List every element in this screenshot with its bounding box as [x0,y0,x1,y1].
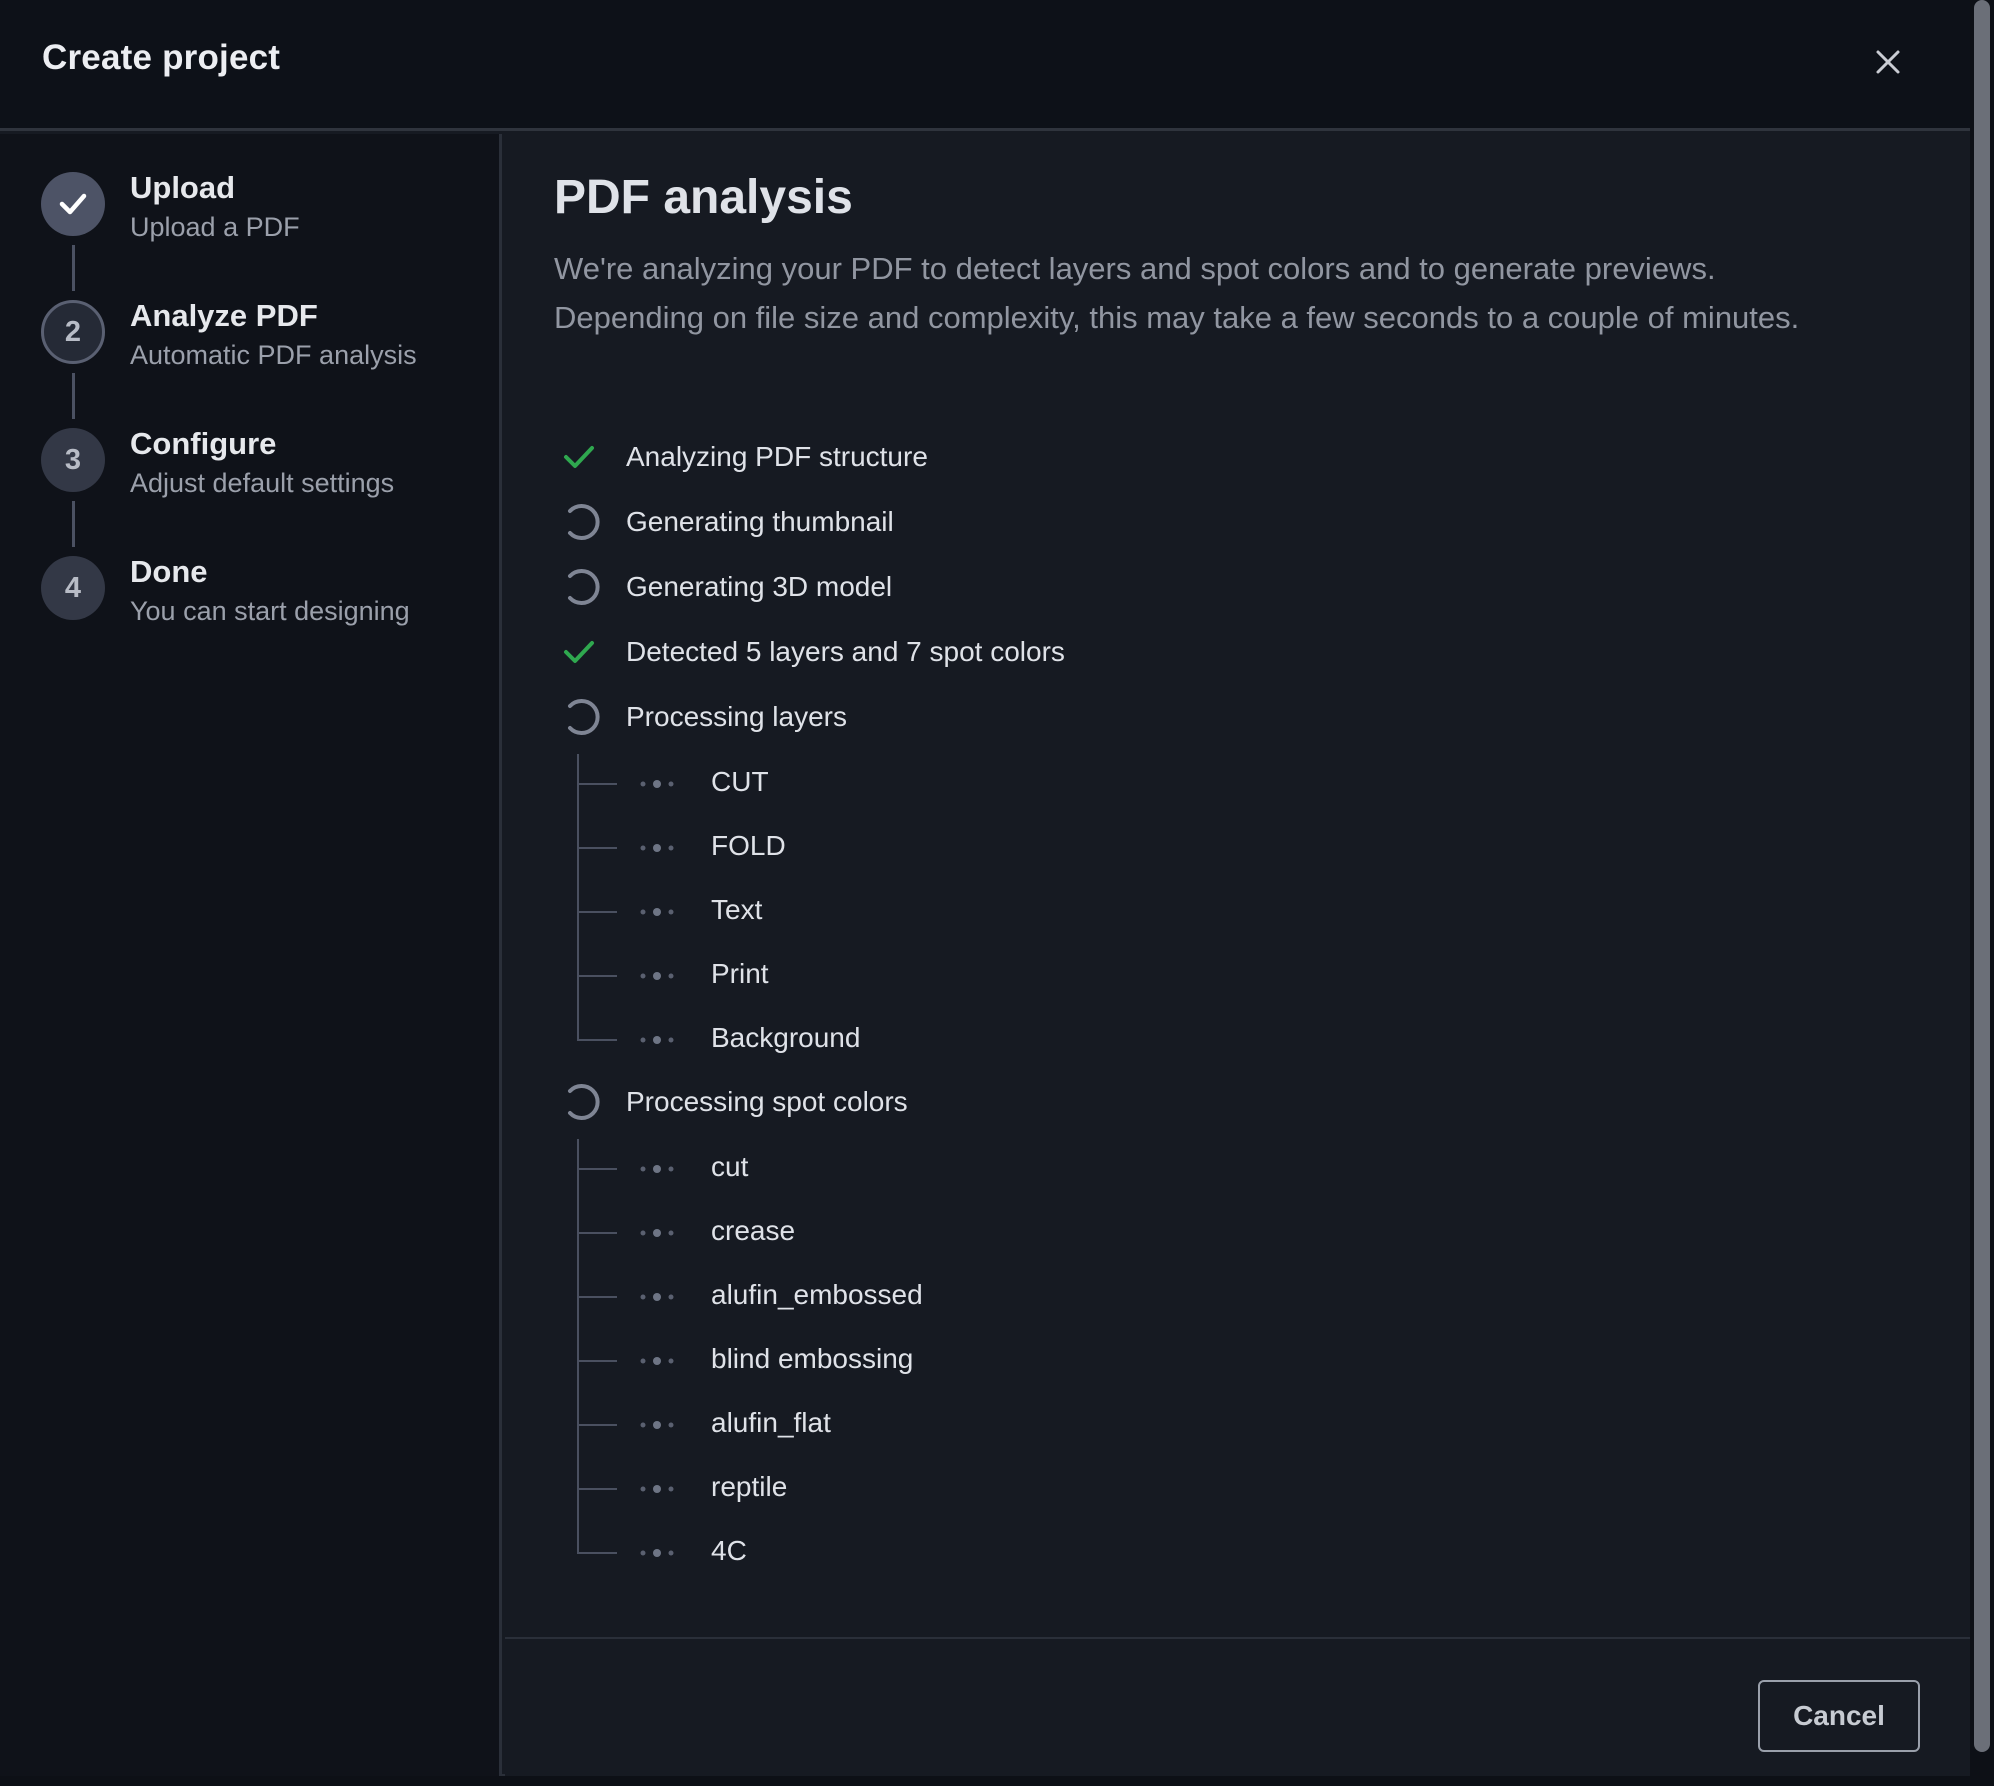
pending-dots-icon [640,1036,674,1044]
step-title: Done [130,554,208,589]
pending-dots-icon [640,1293,674,1301]
pending-dots-icon [640,844,674,852]
pending-dots-icon [640,1357,674,1365]
tree-branch [577,911,617,913]
tree-branch [577,975,617,977]
task-label: Detected 5 layers and 7 spot colors [626,636,1065,667]
tree-branch [577,1360,617,1362]
list-item: crease [577,1211,1477,1255]
step-title: Configure [130,426,277,461]
spot-color-name: 4C [711,1535,747,1566]
close-button[interactable] [1868,42,1908,82]
pending-dots-icon [640,972,674,980]
spinner-icon [568,569,600,605]
task-item: Processing layers [554,692,1754,742]
step-upload-check-icon [41,172,105,236]
tree-branch [577,1039,617,1041]
tree-branch [577,1552,617,1554]
pending-dots-icon [640,1165,674,1173]
pending-dots-icon [640,908,674,916]
list-item: reptile [577,1467,1477,1511]
task-item: Processing spot colors [554,1077,1754,1127]
list-item: alufin_embossed [577,1275,1477,1319]
cancel-button[interactable]: Cancel [1758,1680,1920,1752]
list-item: Print [577,954,1477,998]
close-icon [1876,50,1900,74]
list-item: 4C [577,1531,1477,1575]
step-subtitle: Automatic PDF analysis [130,340,417,370]
spot-color-name: crease [711,1215,796,1246]
list-item: CUT [577,762,1477,806]
step-number: 2 [41,300,105,364]
step-title: Analyze PDF [130,298,318,333]
dialog-footer: Cancel [505,1637,1970,1776]
tree-branch [577,1232,617,1234]
tree-branch [577,1296,617,1298]
list-item: blind embossing [577,1339,1477,1383]
pending-dots-icon [640,1229,674,1237]
check-icon [564,641,594,663]
task-label: Generating 3D model [626,571,893,602]
pending-dots-icon [640,1549,674,1557]
pending-dots-icon [640,1485,674,1493]
list-item: cut [577,1147,1477,1191]
layer-name: Print [711,958,769,989]
create-project-dialog: Create project Upload Upload a PDF 2 Ana… [0,0,1970,1776]
step-done[interactable]: 4 Done You can start designing [0,518,500,628]
task-label: Processing layers [626,701,847,732]
step-subtitle: You can start designing [130,596,410,626]
step-number: 4 [41,556,105,620]
pending-dots-icon [640,780,674,788]
step-subtitle: Upload a PDF [130,212,300,242]
dialog-title: Create project [42,38,281,77]
task-label: Processing spot colors [626,1086,908,1117]
task-item: Generating 3D model [554,562,1754,612]
task-label: Analyzing PDF structure [626,441,928,472]
task-item: Analyzing PDF structure [554,432,1754,482]
step-upload[interactable]: Upload Upload a PDF [0,134,500,244]
dialog-header: Create project [0,0,1970,131]
spinner-icon [568,504,600,540]
step-number: 3 [41,428,105,492]
stepper-sidebar: Upload Upload a PDF 2 Analyze PDF Automa… [0,134,502,1776]
list-item: FOLD [577,826,1477,870]
panel-description: We're analyzing your PDF to detect layer… [554,251,1800,335]
tree-branch [577,847,617,849]
layer-name: FOLD [711,830,786,861]
tree-branch [577,1488,617,1490]
task-label: Generating thumbnail [626,506,894,537]
list-item: Text [577,890,1477,934]
tree-branch [577,1168,617,1170]
spinner-icon [568,699,600,735]
check-icon [564,446,594,468]
layer-name: Text [711,894,763,925]
step-analyze-pdf[interactable]: 2 Analyze PDF Automatic PDF analysis [0,262,500,372]
step-subtitle: Adjust default settings [130,468,395,498]
list-item: alufin_flat [577,1403,1477,1447]
task-item: Detected 5 layers and 7 spot colors [554,627,1754,677]
step-configure[interactable]: 3 Configure Adjust default settings [0,390,500,500]
step-title: Upload [130,170,236,205]
list-item: Background [577,1018,1477,1062]
task-item: Generating thumbnail [554,497,1754,547]
layer-name: Background [711,1022,861,1053]
scrollbar[interactable] [1974,0,1990,1752]
pending-dots-icon [640,1421,674,1429]
spot-color-name: reptile [711,1471,788,1502]
layer-name: CUT [711,766,769,797]
analysis-panel: PDF analysis We're analyzing your PDF to… [505,134,1970,1634]
tree-branch [577,1424,617,1426]
spot-color-name: blind embossing [711,1343,914,1374]
spot-color-name: alufin_flat [711,1407,831,1438]
tree-branch [577,783,617,785]
panel-title: PDF analysis [554,171,853,224]
spot-color-name: alufin_embossed [711,1279,923,1310]
spot-color-name: cut [711,1151,749,1182]
spinner-icon [568,1084,600,1120]
